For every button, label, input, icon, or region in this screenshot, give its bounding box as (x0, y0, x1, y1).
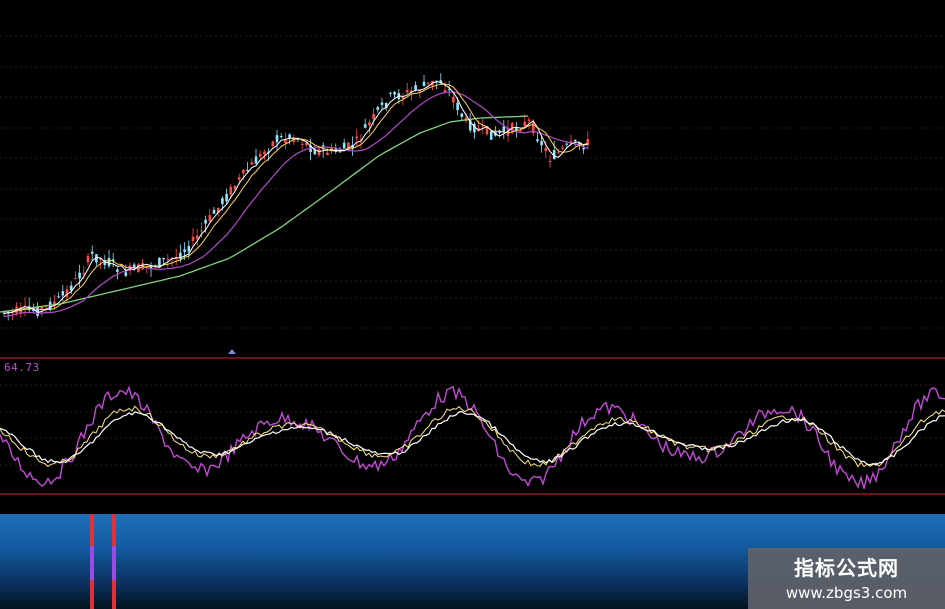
candle-body (460, 113, 464, 117)
candle-body (338, 151, 342, 153)
oscillator-j-line (0, 405, 945, 468)
candle-body (86, 255, 90, 263)
candle-body (200, 230, 203, 232)
candle-body (263, 151, 266, 155)
candle-body (519, 130, 522, 132)
candle-body (326, 152, 329, 156)
candle-body (191, 236, 195, 242)
candle-body (221, 198, 224, 204)
candle-body (372, 113, 375, 120)
candle-body (561, 147, 564, 149)
candle-body (141, 262, 144, 270)
candle-body (271, 141, 275, 147)
candle-body (405, 89, 409, 93)
candle-body (53, 301, 56, 305)
site-watermark: 指标公式网 www.zbgs3.com (748, 548, 945, 609)
candle-body (527, 119, 531, 122)
price-grid (0, 35, 945, 329)
candle-body (544, 147, 548, 152)
signal-bar-1-accent (90, 546, 94, 580)
candle-body (456, 102, 459, 111)
candle-body (363, 124, 367, 128)
candle-body (288, 134, 291, 139)
candle-body (229, 186, 233, 195)
candle-body (242, 169, 245, 174)
candle-body (90, 251, 94, 254)
candle-body (565, 143, 569, 145)
candle-body (452, 96, 455, 103)
candle-body (548, 160, 552, 163)
candle-body (582, 148, 585, 150)
candle-body (254, 156, 258, 164)
candle-body (300, 143, 304, 145)
candle-body (380, 102, 384, 105)
watermark-url: www.zbgs3.com (785, 584, 908, 602)
candle-body (57, 296, 60, 298)
candle-body (279, 136, 283, 138)
candle-body (212, 209, 216, 214)
candle-body (78, 272, 81, 279)
candlestick-series (2, 73, 590, 321)
candle-body (443, 89, 447, 92)
indicator-value-label: 64.73 (4, 361, 40, 374)
candle-body (258, 153, 262, 157)
candle-body (250, 162, 254, 165)
candle-body (166, 258, 170, 260)
candle-body (557, 152, 560, 154)
candle-body (208, 215, 212, 222)
candle-body (414, 85, 417, 90)
indicator-grid (0, 384, 945, 466)
candle-body (225, 194, 228, 202)
candle-body (536, 139, 539, 142)
candle-body (183, 249, 186, 252)
ma-mid-line (3, 83, 588, 314)
candle-body (376, 107, 380, 110)
candle-body (393, 91, 396, 95)
candle-body (107, 258, 111, 267)
candle-body (573, 140, 577, 142)
candle-body (422, 81, 426, 86)
candle-body (389, 92, 392, 94)
cursor-marker-icon[interactable] (228, 349, 236, 354)
signal-bar-2-accent (112, 546, 116, 580)
candle-body (124, 272, 128, 276)
candle-body (116, 269, 119, 272)
candle-body (74, 278, 77, 280)
ma-slow-line (3, 91, 588, 317)
candle-body (82, 272, 86, 274)
candle-body (275, 135, 279, 143)
candle-body (204, 219, 207, 224)
candle-body (162, 257, 165, 260)
candle-body (61, 291, 65, 296)
candle-body (489, 131, 493, 140)
candle-body (355, 136, 359, 139)
candle-body (195, 235, 199, 239)
watermark-title: 指标公式网 (794, 556, 899, 580)
candle-body (426, 82, 430, 84)
candle-body (237, 177, 241, 180)
candle-body (540, 141, 543, 146)
candle-body (523, 121, 527, 127)
candle-body (187, 246, 191, 252)
candle-body (368, 122, 371, 126)
candle-body (342, 142, 346, 149)
